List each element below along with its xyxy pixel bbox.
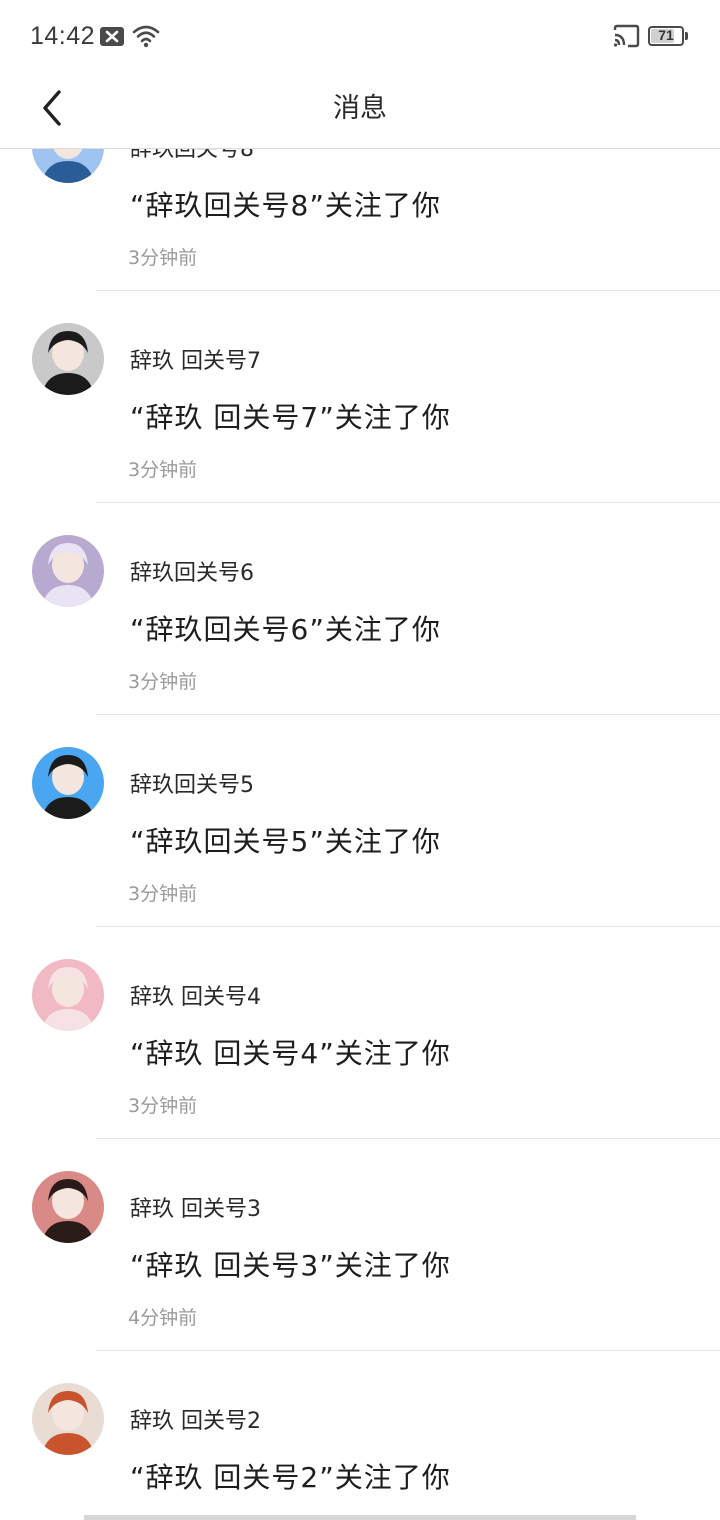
status-time: 14:42 [30,22,96,50]
message-text: “辞玖回关号8”关注了你 [130,189,441,222]
home-indicator [84,1515,636,1520]
nav-bar: 消息 [0,72,720,149]
message-time: 3分钟前 [128,247,198,269]
avatar[interactable] [32,747,104,819]
message-time: 4分钟前 [128,1307,198,1329]
message-text: “辞玖回关号5”关注了你 [130,825,441,858]
avatar[interactable] [32,1383,104,1455]
status-bar: 14:42 71 [0,0,720,72]
sender-name: 辞玖回关号5 [130,773,254,798]
avatar[interactable] [32,149,104,183]
sender-name: 辞玖 回关号2 [130,1409,261,1434]
message-item[interactable]: 辞玖 回关号4 “辞玖 回关号4”关注了你 3分钟前 [0,927,720,1139]
message-time: 3分钟前 [128,1095,198,1117]
message-text: “辞玖 回关号7”关注了你 [130,401,451,434]
message-item[interactable]: 辞玖 回关号2“辞玖 回关号2”关注了你4分钟前 [0,1351,720,1520]
message-text: “辞玖 回关号2”关注了你 [130,1461,451,1494]
sender-name: 辞玖 回关号4 [130,985,261,1010]
sender-name: 辞玖 回关号7 [130,349,261,374]
message-item[interactable]: 辞玖回关号6 “辞玖回关号6”关注了你 3分钟前 [0,503,720,715]
message-item[interactable]: 辞玖 回关号3 “辞玖 回关号3”关注了你 4分钟前 [0,1139,720,1351]
battery-level: 71 [658,27,674,43]
notification-x-icon [100,27,124,46]
sender-name: 辞玖回关号8 [130,149,254,162]
cast-icon [612,24,640,48]
message-item[interactable]: 辞玖回关号5 “辞玖回关号5”关注了你 3分钟前 [0,715,720,927]
sender-name: 辞玖回关号6 [130,561,254,586]
message-time: 3分钟前 [128,671,198,693]
avatar[interactable] [32,323,104,395]
message-list[interactable]: 辞玖回关号8 “辞玖回关号8”关注了你 3分钟前 辞玖 回关号7 “辞玖 回关号7”关注… [0,149,720,1520]
screen: 14:42 71 消息 辞玖回关号8 “辞玖回关号8”关注了你 3分钟前 辞玖 … [0,0,720,1520]
message-time: 3分钟前 [128,883,198,905]
avatar[interactable] [32,535,104,607]
wifi-icon [132,24,160,48]
message-item[interactable]: 辞玖回关号8 “辞玖回关号8”关注了你 3分钟前 [0,149,720,291]
message-text: “辞玖 回关号3”关注了你 [130,1249,451,1282]
message-text: “辞玖 回关号4”关注了你 [130,1037,451,1070]
avatar[interactable] [32,1171,104,1243]
page-title: 消息 [333,93,387,124]
message-item[interactable]: 辞玖 回关号7 “辞玖 回关号7”关注了你 3分钟前 [0,291,720,503]
message-text: “辞玖回关号6”关注了你 [130,613,441,646]
battery-icon: 71 [648,26,684,46]
message-time: 3分钟前 [128,459,198,481]
avatar[interactable] [32,959,104,1031]
sender-name: 辞玖 回关号3 [130,1197,261,1222]
